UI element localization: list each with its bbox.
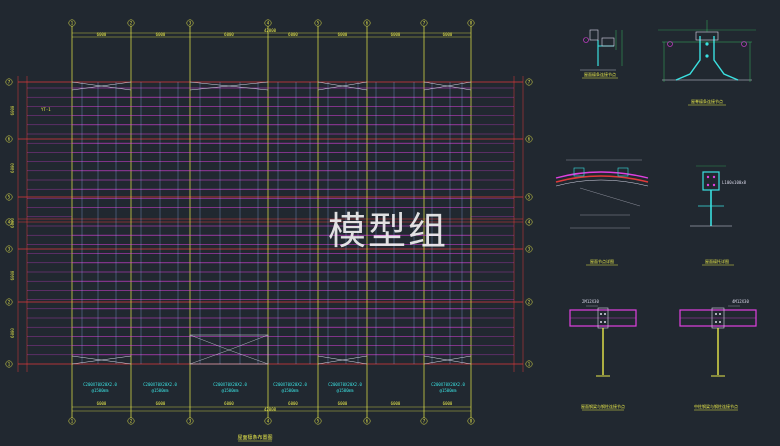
side-dim-label: 6000: [10, 163, 15, 173]
bottom-dim-label: 6000: [391, 401, 401, 406]
detail-1-title: 屋面檩条连接节点: [584, 71, 616, 77]
bottom-dim-label: 6000: [288, 401, 298, 406]
axis-label: 6: [528, 137, 531, 142]
purlin-spec: C200X70X20X2.0: [213, 382, 247, 387]
axis-label: 3: [189, 419, 192, 424]
detail-5-title: 屋面钢梁与钢柱连接节点: [581, 403, 625, 409]
axis-label: 5: [8, 195, 11, 200]
purlin-spacing: @1500mm: [152, 388, 169, 393]
axis-label: 1: [71, 21, 74, 26]
top-dim-label: 6000: [391, 32, 401, 37]
axis-label: 8: [470, 21, 473, 26]
detail-beam-column-connection: 2M12X30 屋面钢梁与钢柱连接节点: [569, 299, 637, 411]
purlin-lines: [27, 87, 514, 356]
detail-3-title: 屋面节点详图: [590, 258, 614, 264]
purlin-spec: C200X70X20X2.0: [431, 382, 465, 387]
axis-label: 1: [71, 419, 74, 424]
purlin-spacing: @1500mm: [222, 388, 239, 393]
overall-width-top: 42000: [264, 28, 277, 33]
detail-4-title: 屋面檩托详图: [705, 258, 729, 264]
cad-canvas: 6000 6000 6000 6000 6000 6000 6000 6000 6000 6000…: [5, 19, 757, 442]
axis-label: 2: [130, 419, 133, 424]
axis-label: 1: [528, 362, 531, 367]
purlin-spec: C200X70X20X2.0: [328, 382, 362, 387]
side-dim-label: 6000: [10, 270, 15, 280]
bottom-dim-label: 6000: [97, 401, 107, 406]
axis-label: 2: [528, 300, 531, 305]
side-dim-label: 6000: [10, 328, 15, 338]
detail-6-title: 中柱钢梁与钢柱连接节点: [694, 403, 738, 409]
axis-label: 3: [189, 21, 192, 26]
axis-label: 5: [317, 419, 320, 424]
axis-label: 1: [8, 362, 11, 367]
axis-label: 2: [8, 300, 11, 305]
axis-label: 6: [8, 137, 11, 142]
purlin-spacing: @1500mm: [337, 388, 354, 393]
bracing-lines: [71, 81, 472, 365]
axis-label: 3: [528, 247, 531, 252]
purlin-spec: C200X70X20X2.0: [273, 382, 307, 387]
bottom-dim-label: 6000: [338, 401, 348, 406]
axis-label: 7: [8, 80, 11, 85]
top-dim-label: 6000: [288, 32, 298, 37]
purlin-spec: C200X70X20X2.0: [83, 382, 117, 387]
axis-label: 5: [528, 195, 531, 200]
detail-4-note: L100x100x8: [722, 180, 747, 185]
left-note: YT-1: [41, 107, 51, 112]
top-dim-label: 6000: [156, 32, 166, 37]
axis-label: 8: [470, 419, 473, 424]
axis-label: 7: [528, 80, 531, 85]
axis-label: 7: [423, 21, 426, 26]
bottom-dim-label: 6000: [156, 401, 166, 406]
roof-purlin-plan: 6000 6000 6000 6000 6000 6000 6000 6000 6000 6000…: [5, 19, 533, 425]
grid-row-lines: [17, 76, 524, 372]
axis-label: 3: [8, 247, 11, 252]
purlin-spacing: @1500mm: [92, 388, 109, 393]
axis-label: 6: [366, 419, 369, 424]
axis-label: 4: [267, 21, 270, 26]
detail-2-title: 屋脊檩条连接节点: [691, 98, 723, 104]
overall-width-bottom: 42000: [264, 407, 277, 412]
side-dim-label: 6000: [10, 105, 15, 115]
purlin-spacing: @1500mm: [282, 388, 299, 393]
top-dim-label: 6000: [224, 32, 234, 37]
detail-roof-node: 屋面节点详图: [555, 159, 649, 266]
detail-ridge-connection: 屋脊檩条连接节点: [658, 20, 756, 106]
axis-label: 4: [528, 220, 531, 225]
axis-label: 6: [366, 21, 369, 26]
detail-purlin-connection: 屋面檩条连接节点: [580, 29, 623, 79]
detail-5-label: 2M12X30: [582, 299, 599, 304]
purlin-spec-labels: C200X70X20X2.0@1500mmC200X70X20X2.0@1500…: [83, 382, 465, 393]
top-dim-label: 6000: [97, 32, 107, 37]
axis-label: 2: [130, 21, 133, 26]
top-dim-label: 6000: [338, 32, 348, 37]
purlin-spec: C200X70X20X2.0: [143, 382, 177, 387]
detail-6-label: 4M12X30: [732, 299, 749, 304]
top-dim-label: 6000: [443, 32, 453, 37]
cad-drawing: 6000 6000 6000 6000 6000 6000 6000 6000 6000 6000…: [0, 0, 780, 446]
plan-title: 屋面檩条布置图: [237, 434, 272, 441]
bottom-dim-label: 6000: [224, 401, 234, 406]
detail-mid-column-connection: 4M12X30 中柱钢梁与钢柱连接节点: [679, 299, 757, 411]
x-brace: [189, 334, 230, 351]
axis-label: 7: [423, 419, 426, 424]
axis-label: 5: [317, 21, 320, 26]
x-brace: [228, 349, 269, 365]
x-brace: [228, 334, 269, 351]
bottom-dim-label: 6000: [443, 401, 453, 406]
x-brace: [189, 349, 230, 365]
detail-purlin-bracket: L100x100x8 屋面檩托详图: [690, 165, 747, 266]
axis-label: 4: [267, 419, 270, 424]
purlin-spacing: @1500mm: [440, 388, 457, 393]
